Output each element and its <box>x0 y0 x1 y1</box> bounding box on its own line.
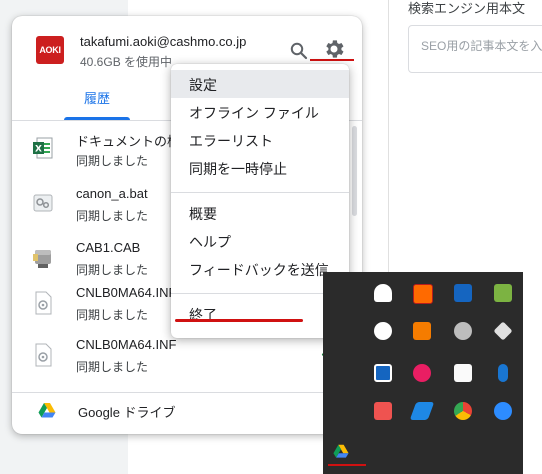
app-tray-icon[interactable] <box>374 402 392 420</box>
inf-file-icon <box>35 343 52 367</box>
file-name: ドキュメントの権 <box>76 134 181 149</box>
file-name: CAB1.CAB <box>76 240 141 255</box>
chrome-icon[interactable] <box>454 402 472 420</box>
bluetooth-icon[interactable] <box>498 364 508 382</box>
tab-history[interactable]: 履歴 <box>84 88 110 107</box>
menu-item-about[interactable]: 概要 <box>171 199 349 227</box>
account-logo: AOKI <box>36 36 64 64</box>
menu-item-label: 終了 <box>189 307 217 323</box>
tray-annotation-underline <box>328 464 366 466</box>
app-tray-icon[interactable] <box>493 321 513 341</box>
google-drive-icon <box>38 403 56 418</box>
app-tray-icon[interactable] <box>413 284 433 304</box>
google-drive-link[interactable]: Google ドライブ <box>78 402 176 421</box>
menu-item-error-list[interactable]: エラーリスト <box>171 126 349 154</box>
menu-item-label: オフライン ファイル <box>189 105 319 121</box>
file-status: 同期しました <box>76 308 149 322</box>
file-status: 同期しました <box>76 360 149 374</box>
menu-item-label: フィードバックを送信 <box>189 262 329 278</box>
footer-divider <box>12 392 362 393</box>
menu-item-pause-sync[interactable]: 同期を一時停止 <box>171 154 349 182</box>
menu-divider <box>171 192 349 193</box>
quit-annotation-underline <box>175 319 303 322</box>
app-tray-icon[interactable] <box>409 402 435 420</box>
zoom-icon[interactable] <box>494 402 512 420</box>
menu-item-label: ヘルプ <box>189 234 231 250</box>
chat-tray-icon[interactable] <box>454 322 472 340</box>
search-icon <box>290 42 308 60</box>
batch-file-icon <box>33 194 53 212</box>
storage-usage: 40.6GB を使用中 <box>80 55 173 69</box>
seo-text-field[interactable]: SEO用の記事本文を入 <box>408 25 542 73</box>
seo-text-label: 検索エンジン用本文 <box>408 1 526 16</box>
app-tray-icon[interactable] <box>374 322 392 340</box>
network-tray-icon[interactable] <box>494 284 512 302</box>
app-tray-icon[interactable] <box>454 364 472 382</box>
menu-item-help[interactable]: ヘルプ <box>171 227 349 255</box>
seo-text-placeholder: SEO用の記事本文を入 <box>421 39 542 53</box>
menu-item-settings[interactable]: 設定 <box>171 70 349 98</box>
file-status: 同期しました <box>76 154 149 168</box>
gear-icon <box>326 40 344 58</box>
svg-text:X: X <box>35 145 42 155</box>
menu-item-label: エラーリスト <box>189 133 273 149</box>
menu-item-label: 同期を一時停止 <box>189 161 287 177</box>
search-button[interactable] <box>288 40 310 62</box>
menu-item-label: 概要 <box>189 206 217 222</box>
cab-file-icon <box>33 250 51 268</box>
file-status: 同期しました <box>76 263 149 277</box>
account-email: takafumi.aoki@cashmo.co.jp <box>80 34 247 49</box>
app-tray-icon[interactable] <box>413 322 431 340</box>
file-name: CNLB0MA64.INF <box>76 337 177 352</box>
security-shield-icon[interactable] <box>374 284 392 302</box>
app-tray-icon[interactable] <box>374 364 392 382</box>
tray-overflow-panel <box>364 272 523 442</box>
menu-item-offline-files[interactable]: オフライン ファイル <box>171 98 349 126</box>
sheets-icon: X <box>33 137 53 159</box>
file-status: 同期しました <box>76 209 149 223</box>
slack-icon[interactable] <box>413 364 431 382</box>
settings-annotation-underline <box>310 59 354 61</box>
file-name: CNLB0MA64.INF <box>76 285 177 300</box>
menu-item-label: 設定 <box>189 77 217 93</box>
app-tray-icon[interactable] <box>454 284 472 302</box>
file-row[interactable]: CNLB0MA64.INF 同期しました <box>12 334 362 384</box>
inf-file-icon <box>35 291 52 315</box>
file-name: canon_a.bat <box>76 186 148 201</box>
settings-button[interactable] <box>322 37 346 61</box>
google-drive-tray-icon[interactable] <box>333 443 349 459</box>
